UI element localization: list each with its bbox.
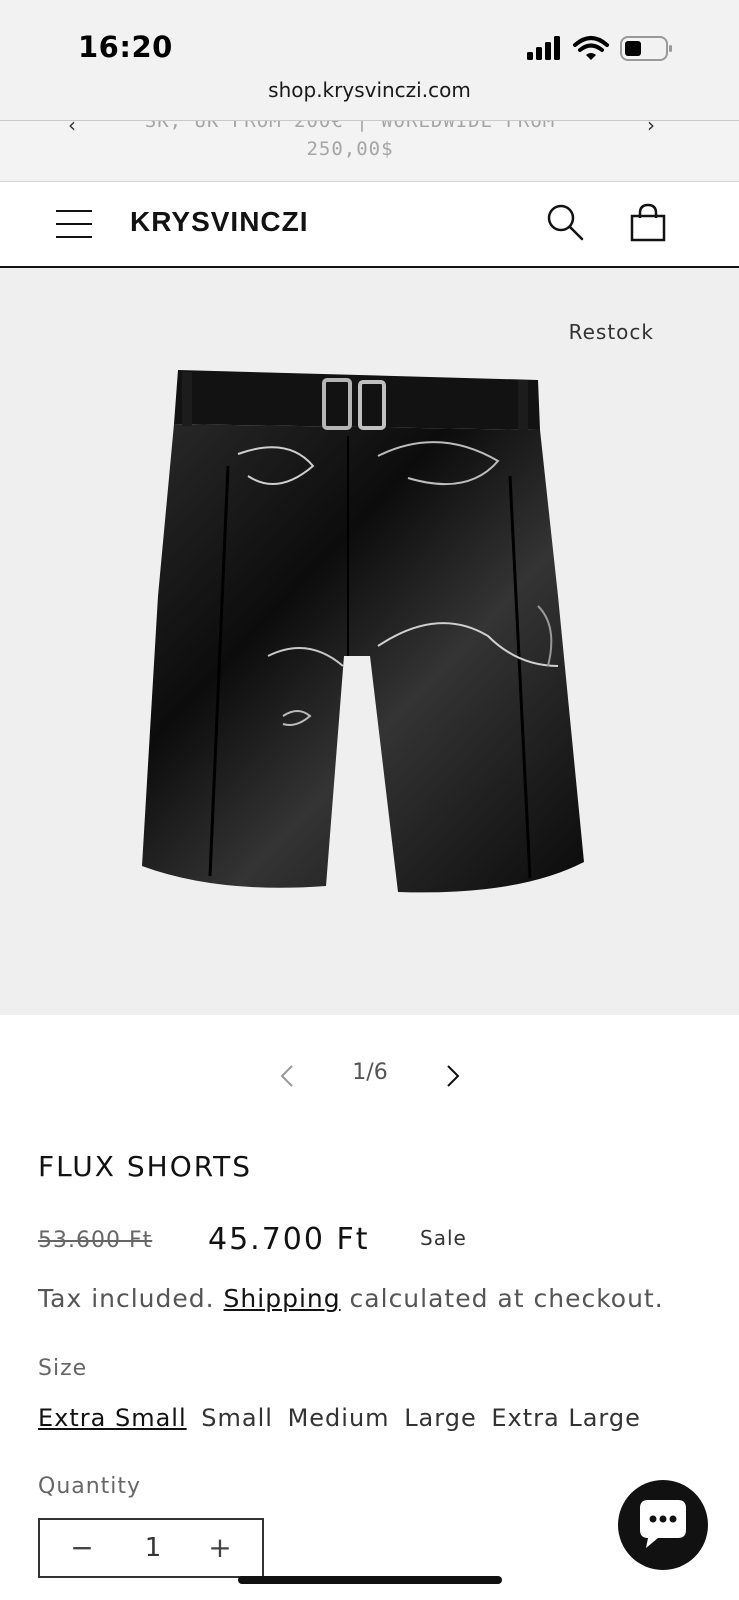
slider-prev-icon[interactable] <box>276 1062 300 1090</box>
battery-icon <box>620 36 672 61</box>
logo[interactable]: KRYSVINCZI <box>130 206 309 238</box>
url-bar[interactable]: shop.krysvinczi.com <box>0 78 739 102</box>
product-image[interactable] <box>138 366 598 906</box>
quantity-increase-button[interactable]: + <box>190 1520 250 1576</box>
announcement-text: SK, UK FROM 200€ | WORLDWIDE FROM 250,00… <box>100 120 600 181</box>
sale-badge: Sale <box>420 1226 467 1250</box>
size-option-extra-small[interactable]: Extra Small <box>38 1404 187 1432</box>
status-icons <box>527 34 677 64</box>
quantity-decrease-button[interactable]: − <box>52 1520 112 1576</box>
quantity-input[interactable]: 1 <box>120 1520 186 1576</box>
size-option-medium[interactable]: Medium <box>288 1404 390 1432</box>
product-title: FLUX SHORTS <box>38 1150 253 1183</box>
sale-price: 45.700 Ft <box>208 1222 370 1257</box>
media-slider-controls: 1/6 <box>0 1058 739 1094</box>
size-option-large[interactable]: Large <box>404 1404 477 1432</box>
status-time: 16:20 <box>78 30 173 64</box>
announcement-prev-icon[interactable]: ‹ <box>62 121 82 135</box>
size-options: Extra Small Small Medium Large Extra Lar… <box>38 1404 647 1432</box>
tax-note: Tax included. Shipping calculated at che… <box>38 1284 664 1313</box>
search-icon[interactable] <box>545 202 585 242</box>
announcement-bar: ‹ SK, UK FROM 200€ | WORLDWIDE FROM 250,… <box>0 120 739 182</box>
price-row: 53.600 Ft 45.700 Ft Sale <box>38 1222 718 1262</box>
announcement-line-2: 250,00$ <box>306 138 394 160</box>
wifi-icon <box>573 36 609 60</box>
size-label: Size <box>38 1356 88 1381</box>
tax-text-before: Tax included. <box>38 1284 224 1313</box>
regular-price: 53.600 Ft <box>38 1228 153 1253</box>
cart-icon[interactable] <box>628 202 668 244</box>
size-option-extra-large[interactable]: Extra Large <box>491 1404 641 1432</box>
shipping-link[interactable]: Shipping <box>224 1284 341 1313</box>
product-page: 16:20 shop.krysvinczi.com ‹ SK, UK FROM … <box>0 0 739 1600</box>
site-header: KRYSVINCZI <box>0 182 739 268</box>
size-option-small[interactable]: Small <box>201 1404 273 1432</box>
quantity-label: Quantity <box>38 1474 142 1499</box>
announcement-next-icon[interactable]: › <box>641 121 661 135</box>
product-media[interactable]: Restock <box>0 268 739 1015</box>
restock-badge: Restock <box>568 320 654 344</box>
chat-button[interactable] <box>618 1480 708 1570</box>
signal-icon <box>527 36 560 60</box>
chat-icon <box>640 1500 686 1548</box>
tax-text-after: calculated at checkout. <box>340 1284 664 1313</box>
home-indicator[interactable] <box>238 1576 502 1584</box>
slider-next-icon[interactable] <box>440 1062 464 1090</box>
slide-counter: 1/6 <box>352 1060 388 1085</box>
status-bar: 16:20 shop.krysvinczi.com <box>0 0 739 120</box>
announcement-line-1: SK, UK FROM 200€ | WORLDWIDE FROM <box>144 120 556 132</box>
quantity-stepper: − 1 + <box>38 1518 264 1578</box>
menu-icon[interactable] <box>56 206 94 242</box>
